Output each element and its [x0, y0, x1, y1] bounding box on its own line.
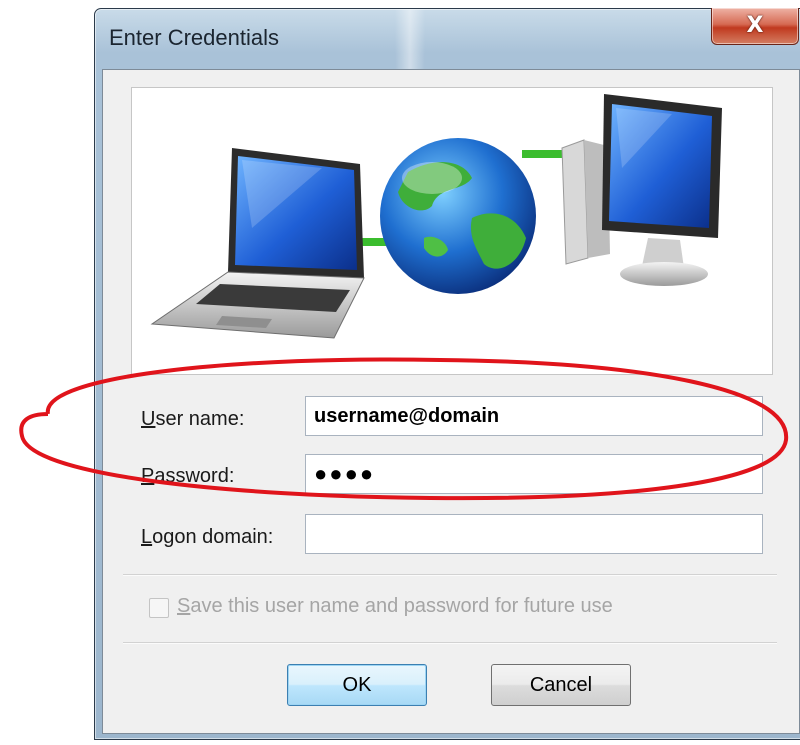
logon-domain-field[interactable] [305, 514, 763, 554]
close-button[interactable]: X [711, 8, 799, 45]
save-credentials-label[interactable]: Save this user name and password for fut… [177, 595, 613, 618]
user-name-field[interactable] [305, 396, 763, 436]
network-illustration [150, 94, 722, 339]
separator-top [123, 574, 777, 576]
title-bar[interactable]: Enter Credentials X [95, 8, 800, 69]
logon-domain-label: Logon domain: [141, 526, 274, 548]
dialog-body: User name: Password: ●●●● Logon domain: … [102, 69, 800, 734]
separator-bottom [123, 642, 777, 644]
globe-icon [380, 138, 536, 294]
ok-button[interactable]: OK [287, 664, 427, 706]
user-name-label: User name: [141, 408, 245, 430]
laptop-icon [150, 148, 365, 339]
link-line-right [522, 150, 562, 158]
credentials-dialog: Enter Credentials X User name: username@… [94, 8, 800, 740]
network-banner [131, 87, 773, 375]
save-credentials-checkbox[interactable] [149, 598, 169, 618]
close-icon: X [746, 13, 764, 38]
cancel-button[interactable]: Cancel [491, 664, 631, 706]
dialog-title: Enter Credentials [109, 25, 279, 50]
desktop-computer-icon [561, 94, 722, 286]
password-label: Password: [141, 465, 235, 487]
password-field[interactable]: ●●●● [305, 454, 763, 494]
